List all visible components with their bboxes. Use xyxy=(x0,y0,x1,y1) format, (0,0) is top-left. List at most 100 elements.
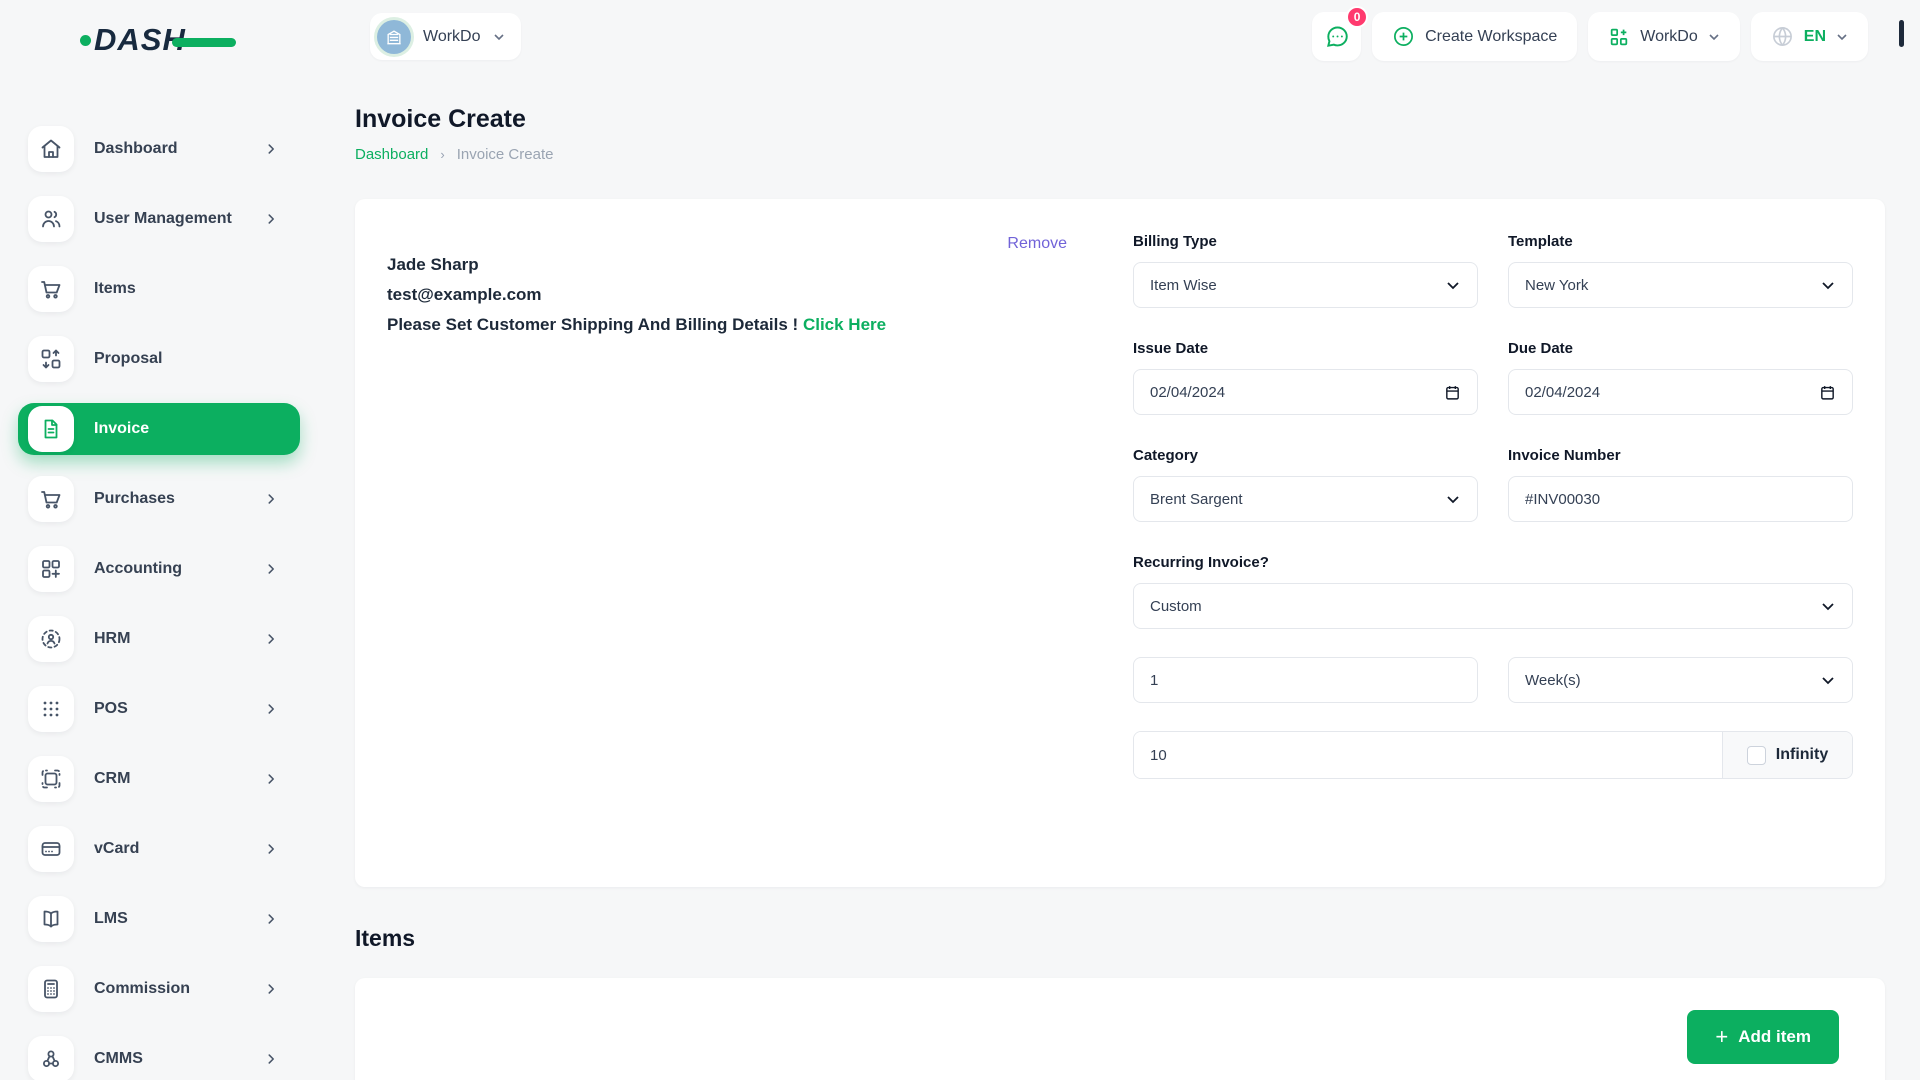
cart-icon xyxy=(28,266,74,312)
sidebar-item-pos[interactable]: POS xyxy=(18,683,300,735)
chat-icon xyxy=(1324,24,1350,50)
grid-plus-icon xyxy=(1608,26,1630,48)
create-workspace-button[interactable]: Create Workspace xyxy=(1372,12,1577,61)
page-scrollbar[interactable] xyxy=(1899,20,1904,47)
invoice-form-pane: Billing Type Item Wise Template New York xyxy=(1133,233,1853,853)
brand-logo[interactable]: DASH xyxy=(80,22,236,58)
messages-badge: 0 xyxy=(1346,6,1368,28)
infinity-checkbox[interactable] xyxy=(1747,746,1766,765)
chevron-down-icon xyxy=(1820,598,1836,614)
sidebar-item-label: CMMS xyxy=(94,1050,264,1068)
sidebar-nav: Dashboard User Management Items Proposal Inv… xyxy=(0,73,310,1080)
interval-unit-select[interactable]: Week(s) xyxy=(1508,657,1853,703)
sidebar-item-label: Invoice xyxy=(94,420,278,438)
sidebar-item-crm[interactable]: CRM xyxy=(18,753,300,805)
items-section-title: Items xyxy=(355,925,1885,952)
breadcrumb-current: Invoice Create xyxy=(457,146,554,163)
crm-icon xyxy=(28,756,74,802)
sidebar-item-proposal[interactable]: Proposal xyxy=(18,333,300,385)
sidebar-item-items[interactable]: Items xyxy=(18,263,300,315)
sidebar-item-accounting[interactable]: Accounting xyxy=(18,543,300,595)
workspace-avatar xyxy=(377,20,411,54)
chevron-right-icon xyxy=(264,492,278,506)
lms-icon xyxy=(28,896,74,942)
top-header: DASH WorkDo 0 Create Workspace xyxy=(0,0,1920,73)
chevron-right-icon xyxy=(264,212,278,226)
apps-menu-button[interactable]: WorkDo xyxy=(1588,12,1740,61)
chevron-right-icon xyxy=(264,772,278,786)
plus-circle-icon xyxy=(1392,25,1415,48)
chevron-right-icon xyxy=(264,702,278,716)
breadcrumb-separator-icon: › xyxy=(440,147,444,162)
chevron-down-icon xyxy=(1445,491,1461,507)
issue-date-label: Issue Date xyxy=(1133,340,1478,357)
notice-text: Please Set Customer Shipping And Billing… xyxy=(387,315,798,334)
infinity-addon: Infinity xyxy=(1722,732,1852,778)
sidebar-item-dashboard[interactable]: Dashboard xyxy=(18,123,300,175)
sidebar-item-lms[interactable]: LMS xyxy=(18,893,300,945)
invoice-number-label: Invoice Number xyxy=(1508,447,1853,464)
commission-icon xyxy=(28,966,74,1012)
due-date-label: Due Date xyxy=(1508,340,1853,357)
sidebar-item-cmms[interactable]: CMMS xyxy=(18,1033,300,1080)
category-label: Category xyxy=(1133,447,1478,464)
workspace-selector[interactable]: WorkDo xyxy=(370,13,521,60)
sidebar-item-label: vCard xyxy=(94,840,264,858)
add-item-label: Add item xyxy=(1738,1027,1811,1047)
apps-menu-label: WorkDo xyxy=(1640,28,1698,46)
interval-unit-value: Week(s) xyxy=(1525,672,1820,689)
sidebar-item-label: Commission xyxy=(94,980,264,998)
calendar-icon xyxy=(1444,384,1461,401)
template-select[interactable]: New York xyxy=(1508,262,1853,308)
sidebar-item-hrm[interactable]: HRM xyxy=(18,613,300,665)
sidebar-item-vcard[interactable]: vCard xyxy=(18,823,300,875)
sidebar-item-commission[interactable]: Commission xyxy=(18,963,300,1015)
billing-type-select[interactable]: Item Wise xyxy=(1133,262,1478,308)
accounting-icon xyxy=(28,546,74,592)
sidebar-item-user-management[interactable]: User Management xyxy=(18,193,300,245)
sidebar-item-label: Accounting xyxy=(94,560,264,578)
cart-icon xyxy=(28,476,74,522)
add-item-button[interactable]: + Add item xyxy=(1687,1010,1839,1064)
due-date-value: 02/04/2024 xyxy=(1525,384,1819,401)
remove-customer-link[interactable]: Remove xyxy=(1007,235,1067,253)
interval-count-input[interactable]: 1 xyxy=(1133,657,1478,703)
issue-date-input[interactable]: 02/04/2024 xyxy=(1133,369,1478,415)
plus-icon: + xyxy=(1715,1026,1728,1048)
cmms-icon xyxy=(28,1036,74,1080)
users-icon xyxy=(28,196,74,242)
sidebar-item-purchases[interactable]: Purchases xyxy=(18,473,300,525)
language-selector[interactable]: EN xyxy=(1751,12,1868,61)
logo-dash-icon xyxy=(172,38,236,47)
due-date-input[interactable]: 02/04/2024 xyxy=(1508,369,1853,415)
breadcrumb-dashboard-link[interactable]: Dashboard xyxy=(355,146,428,163)
main-content: Invoice Create Dashboard › Invoice Creat… xyxy=(355,73,1885,1080)
recurring-select[interactable]: Custom xyxy=(1133,583,1853,629)
click-here-link[interactable]: Click Here xyxy=(803,315,886,334)
cycles-input[interactable]: 10 xyxy=(1134,732,1722,778)
chevron-down-icon xyxy=(1836,31,1848,43)
customer-name: Jade Sharp xyxy=(387,255,1133,275)
invoice-number-input[interactable]: #INV00030 xyxy=(1508,476,1853,522)
customer-pane: Remove Jade Sharp test@example.com Pleas… xyxy=(387,233,1133,853)
chevron-down-icon xyxy=(493,31,505,43)
sidebar-item-label: POS xyxy=(94,700,264,718)
logo-dot-icon xyxy=(80,35,91,46)
messages-button[interactable]: 0 xyxy=(1312,12,1361,61)
infinity-label: Infinity xyxy=(1776,746,1828,764)
chevron-down-icon xyxy=(1820,277,1836,293)
billing-type-value: Item Wise xyxy=(1150,277,1445,294)
building-icon xyxy=(384,27,404,47)
chevron-right-icon xyxy=(264,1052,278,1066)
language-code: EN xyxy=(1804,28,1826,46)
template-label: Template xyxy=(1508,233,1853,250)
chevron-right-icon xyxy=(264,912,278,926)
cycles-group: 10 Infinity xyxy=(1133,731,1853,779)
items-card: + Add item xyxy=(355,978,1885,1080)
sidebar-item-invoice[interactable]: Invoice xyxy=(18,403,300,455)
invoice-details-card: Remove Jade Sharp test@example.com Pleas… xyxy=(355,199,1885,887)
category-select[interactable]: Brent Sargent xyxy=(1133,476,1478,522)
workspace-name: WorkDo xyxy=(423,28,481,46)
create-workspace-label: Create Workspace xyxy=(1425,28,1557,46)
header-actions: 0 Create Workspace WorkDo EN xyxy=(1312,12,1868,61)
